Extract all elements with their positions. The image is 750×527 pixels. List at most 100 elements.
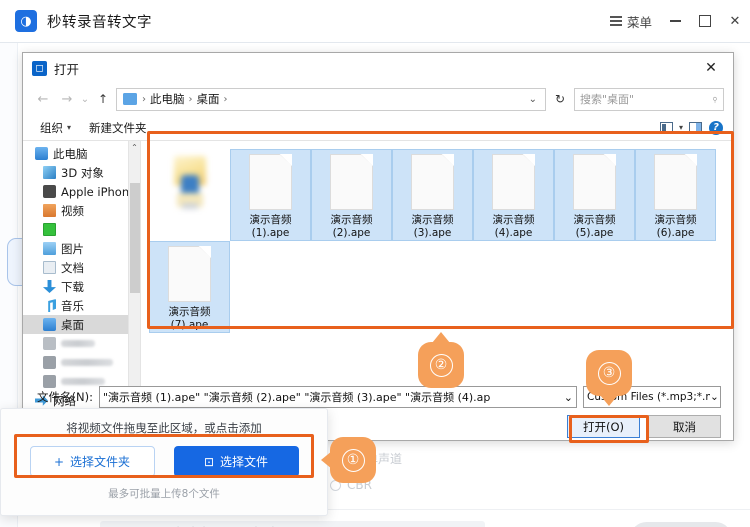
select-file-label: 选择文件 <box>220 455 269 469</box>
scroll-up-icon[interactable]: ⌃ <box>129 141 140 154</box>
sidebar-item-label-redacted <box>61 340 95 347</box>
sidebar-item-label-redacted <box>61 359 113 366</box>
drop-zone-panel[interactable]: 将视频文件拖曳至此区域，或点击添加 + 选择文件夹 ⊡ 选择文件 最多可批量上传… <box>0 408 328 516</box>
file-item[interactable]: 演示音频 (2).ape <box>311 149 392 241</box>
refresh-icon[interactable]: ↻ <box>548 88 572 111</box>
documents-icon <box>43 261 56 274</box>
select-folder-button[interactable]: + 选择文件夹 <box>29 446 155 477</box>
file-name: 演示音频 (4).ape <box>492 214 535 239</box>
sidebar-item-0[interactable]: 此电脑 <box>23 144 140 163</box>
chevron-down-icon: ▾ <box>67 123 72 132</box>
dialog-close-icon[interactable]: ✕ <box>689 53 733 83</box>
app-titlebar: ◑ 秒转录音转文字 菜单 ✕ <box>0 0 750 43</box>
file-icon <box>168 246 211 302</box>
sidebar-item-6[interactable]: 文档 <box>23 258 140 277</box>
sidebar-item-label: 图片 <box>61 241 84 256</box>
filename-input[interactable]: "演示音频 (1).ape" "演示音频 (2).ape" "演示音频 (3).… <box>99 386 577 408</box>
scrollbar-thumb[interactable] <box>130 183 140 293</box>
file-name: 演示音频 (3).ape <box>411 214 454 239</box>
open-button[interactable]: 打开(O) <box>567 415 640 438</box>
window-controls: 菜单 ✕ <box>602 6 750 36</box>
organize-button[interactable]: 组织 ▾ <box>31 120 80 136</box>
back-icon[interactable]: ← <box>32 88 54 110</box>
sidebar-item-8[interactable]: 音乐 <box>23 296 140 315</box>
plus-icon: + <box>53 454 65 469</box>
dialog-title: 打开 <box>54 61 80 77</box>
chevron-down-icon[interactable]: ⌄ <box>560 391 573 404</box>
file-icon <box>573 154 616 210</box>
breadcrumb-item-1[interactable]: 桌面 <box>194 91 223 107</box>
toolbar-right-group: ▾ ? <box>658 119 725 137</box>
maximize-button[interactable] <box>690 6 720 36</box>
file-item[interactable]: 演示音频 (5).ape <box>554 149 635 241</box>
file-name: 演示音频 (7).ape <box>168 306 211 331</box>
sidebar-item-label: Apple iPhone <box>61 184 137 199</box>
menu-button-label: 菜单 <box>626 14 652 30</box>
view-caret-icon[interactable]: ▾ <box>679 123 683 132</box>
sidebar-item-label: 文档 <box>61 260 84 275</box>
file-item[interactable]: 演示音频 (3).ape <box>392 149 473 241</box>
view-layout-icon[interactable] <box>658 119 676 137</box>
dialog-navbar: ← → ⌄ ↑ › 此电脑 › 桌面 › ⌄ ↻ 搜索"桌面" ⌕ <box>23 83 733 115</box>
sidebar-scrollbar[interactable]: ⌃ ⌄ <box>128 141 140 411</box>
search-input[interactable]: 搜索"桌面" ⌕ <box>574 87 724 111</box>
sidebar-item-label: 桌面 <box>61 317 84 332</box>
preview-pane-icon[interactable] <box>686 119 704 137</box>
new-folder-button[interactable]: 新建文件夹 <box>80 120 156 136</box>
screen-root: ◑ 秒转录音转文字 菜单 ✕ 单声道 CBR 输出路径: C:\Users\Ad… <box>0 0 750 527</box>
history-caret-icon[interactable]: ⌄ <box>80 88 90 110</box>
file-icon <box>411 154 454 210</box>
sidebar-item-11[interactable] <box>23 353 140 372</box>
sidebar-item-label: 音乐 <box>61 298 84 313</box>
sidebar-item-9[interactable]: 桌面 <box>23 315 140 334</box>
file-item[interactable]: 演示音频 (7).ape <box>149 241 230 333</box>
close-button[interactable]: ✕ <box>720 6 750 36</box>
sidebar-item-4[interactable] <box>23 220 140 239</box>
file-icon <box>330 154 373 210</box>
sidebar-item-7[interactable]: 下载 <box>23 277 140 296</box>
file-icon <box>492 154 535 210</box>
sidebar-list: 此电脑 3D 对象 Apple iPhone 视频 图片 文档 下载 音乐 桌面 网络 <box>23 141 140 410</box>
chevron-down-icon[interactable]: ⌄ <box>710 391 717 403</box>
callout-2-number: ② <box>429 353 453 377</box>
dialog-titlebar: ◻ 打开 ✕ <box>23 53 733 83</box>
help-icon[interactable]: ? <box>707 119 725 137</box>
breadcrumb-item-0[interactable]: 此电脑 <box>147 91 188 107</box>
sidebar-item-5[interactable]: 图片 <box>23 239 140 258</box>
downloads-icon <box>43 280 56 293</box>
address-breadcrumb[interactable]: › 此电脑 › 桌面 › ⌄ <box>116 87 546 111</box>
sidebar-item-3[interactable]: 视频 <box>23 201 140 220</box>
file-item[interactable]: 演示音频 (4).ape <box>473 149 554 241</box>
cancel-button[interactable]: 取消 <box>648 415 721 438</box>
desktop-icon <box>43 318 56 331</box>
drop-buttons: + 选择文件夹 ⊡ 选择文件 <box>1 446 327 477</box>
select-folder-label: 选择文件夹 <box>70 455 131 469</box>
select-file-button[interactable]: ⊡ 选择文件 <box>173 446 299 477</box>
pictures-icon <box>43 242 56 255</box>
file-item-thumbnail[interactable] <box>149 149 230 241</box>
sidebar-item-10[interactable] <box>23 334 140 353</box>
forward-icon[interactable]: → <box>56 88 78 110</box>
callout-1-tip <box>321 451 332 469</box>
start-convert-button[interactable]: 开始转换 <box>630 522 732 527</box>
filename-label: 文件名(N): <box>37 390 93 404</box>
sidebar-item-label: 此电脑 <box>53 146 88 161</box>
sidebar-item-label: 3D 对象 <box>61 165 104 180</box>
chevron-down-icon[interactable]: ⌄ <box>529 94 541 105</box>
search-placeholder: 搜索"桌面" <box>580 93 635 106</box>
filename-value: "演示音频 (1).ape" "演示音频 (2).ape" "演示音频 (3).… <box>103 391 491 404</box>
up-icon[interactable]: ↑ <box>92 88 114 110</box>
file-name: 演示音频 (6).ape <box>654 214 697 239</box>
file-item[interactable]: 演示音频 (6).ape <box>635 149 716 241</box>
cube-icon <box>43 166 56 179</box>
minimize-button[interactable] <box>660 6 690 36</box>
callout-3-number: ③ <box>597 361 621 385</box>
menu-button[interactable]: 菜单 <box>602 8 660 35</box>
file-item[interactable]: 演示音频 (1).ape <box>230 149 311 241</box>
video-icon <box>43 204 56 217</box>
sidebar-item-1[interactable]: 3D 对象 <box>23 163 140 182</box>
computer-icon <box>35 147 48 160</box>
drop-footer-text: 最多可批量上传8个文件 <box>108 488 220 500</box>
callout-3-tip <box>600 395 618 406</box>
sidebar-item-2[interactable]: Apple iPhone <box>23 182 140 201</box>
